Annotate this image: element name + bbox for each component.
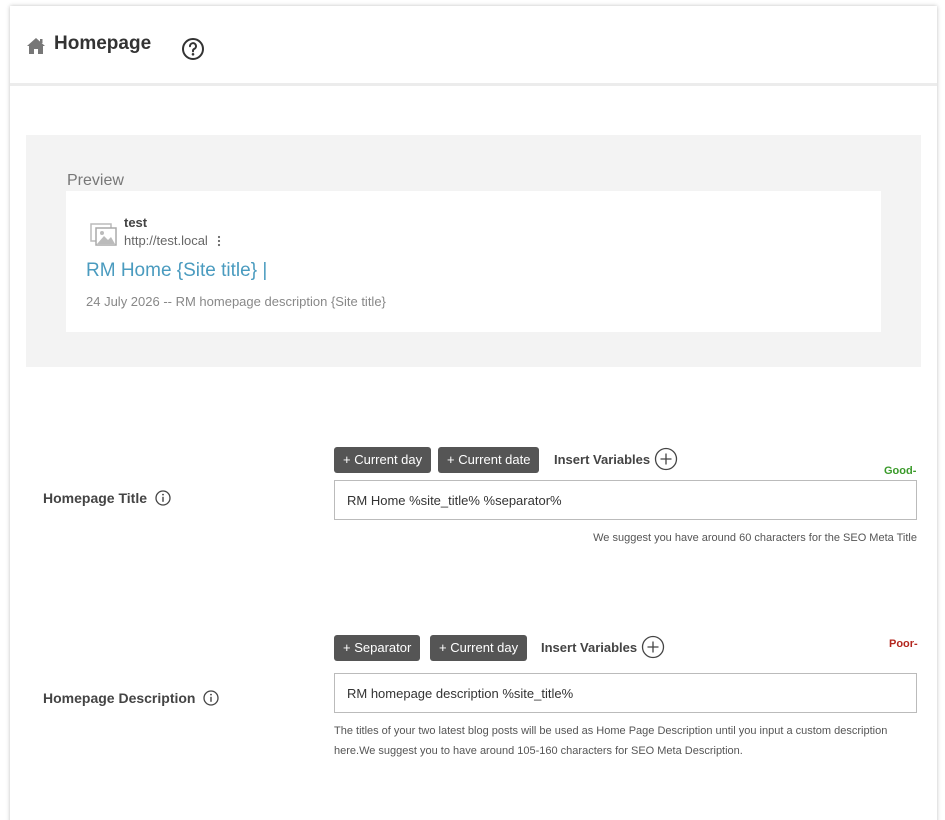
info-icon[interactable] — [203, 690, 220, 706]
title-status-badge: Good- — [884, 465, 917, 477]
preview-title: RM Home {Site title} | — [86, 260, 268, 281]
help-circle-icon[interactable] — [181, 37, 205, 61]
page-header: Homepage — [10, 6, 937, 86]
title-hint-text: We suggest you have around 60 characters… — [593, 532, 917, 544]
preview-label: Preview — [67, 172, 124, 189]
home-icon — [27, 38, 45, 54]
page-title: Homepage — [54, 33, 152, 54]
separator-chip[interactable]: + Separator — [334, 635, 421, 661]
homepage-description-input[interactable] — [334, 673, 917, 713]
add-variable-icon[interactable] — [654, 447, 678, 471]
description-hint-line-2: here.We suggest you to have around 105-1… — [334, 745, 743, 757]
add-variable-icon[interactable] — [641, 635, 665, 659]
homepage-description-label: Homepage Description — [43, 690, 220, 706]
homepage-title-input[interactable] — [334, 480, 917, 520]
preview-description: 24 July 2026 -- RM homepage description … — [86, 294, 386, 309]
description-hint-line-1: The titles of your two latest blog posts… — [334, 725, 888, 737]
homepage-title-label: Homepage Title — [43, 490, 171, 506]
info-icon[interactable] — [155, 490, 171, 506]
image-placeholder-icon — [90, 223, 117, 246]
more-vertical-icon — [217, 235, 221, 247]
preview-site-name: test — [124, 215, 148, 230]
search-preview-card: test http://test.local RM Home {Site tit… — [66, 191, 881, 332]
homepage-description-label-text: Homepage Description — [43, 690, 196, 706]
preview-section: Preview test http://test.local RM Home {… — [26, 135, 921, 367]
insert-variables-label[interactable]: Insert Variables — [554, 452, 650, 467]
current-date-chip[interactable]: + Current date — [438, 447, 540, 473]
homepage-title-label-text: Homepage Title — [43, 490, 147, 506]
current-day-chip[interactable]: + Current day — [334, 447, 432, 473]
insert-variables-label[interactable]: Insert Variables — [541, 640, 637, 655]
description-status-badge: Poor- — [889, 638, 918, 650]
current-day-chip[interactable]: + Current day — [430, 635, 528, 661]
settings-panel: Homepage Preview test http://test.local … — [10, 6, 937, 820]
preview-site-url: http://test.local — [124, 233, 208, 248]
